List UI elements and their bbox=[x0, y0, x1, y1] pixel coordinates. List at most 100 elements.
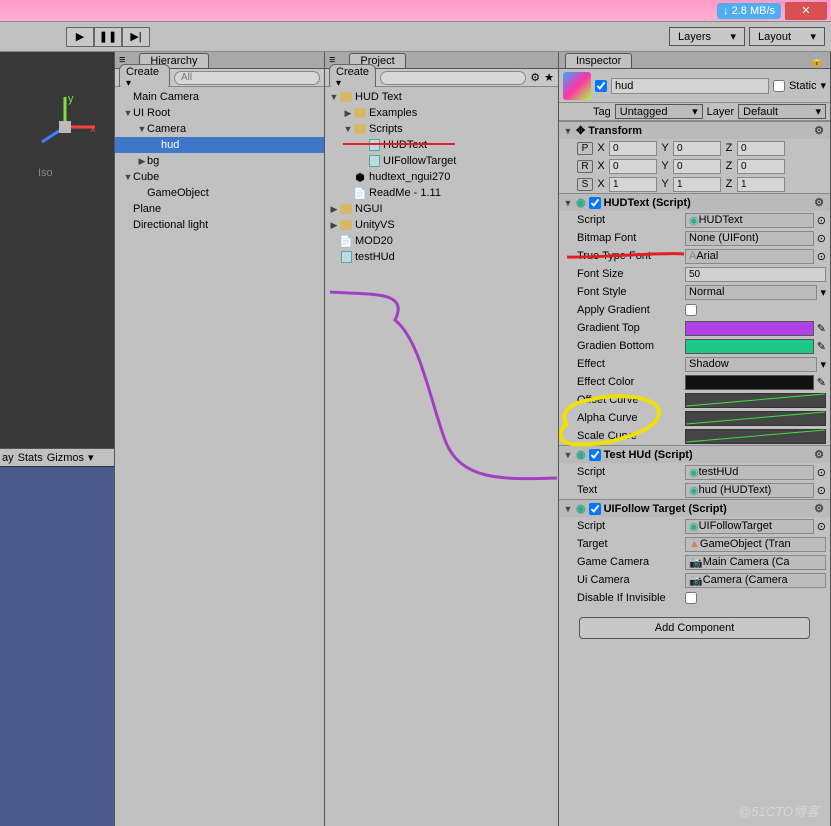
enabled-checkbox[interactable] bbox=[589, 449, 601, 461]
hierarchy-item[interactable]: Plane bbox=[115, 201, 324, 217]
hierarchy-item[interactable]: ▼Cube bbox=[115, 169, 324, 185]
eyedropper-icon[interactable]: ✎ bbox=[817, 322, 826, 335]
offset-curve[interactable] bbox=[685, 393, 826, 408]
project-item[interactable]: 📄ReadMe - 1.11 bbox=[325, 185, 558, 201]
scl-z[interactable] bbox=[737, 177, 785, 192]
filter-icon[interactable]: ⚙ bbox=[530, 71, 540, 84]
project-item[interactable]: ▶NGUI bbox=[325, 201, 558, 217]
scale-button[interactable]: S bbox=[577, 178, 593, 191]
project-search[interactable] bbox=[380, 71, 526, 85]
project-item[interactable]: UIFollowTarget bbox=[325, 153, 558, 169]
hierarchy-tree[interactable]: Main Camera▼UI Root▼Camerahud▶bg▼CubeGam… bbox=[115, 87, 324, 826]
enabled-checkbox[interactable] bbox=[589, 197, 601, 209]
script-field[interactable]: ◉testHUd bbox=[685, 465, 814, 480]
gradient-top-color[interactable] bbox=[685, 321, 814, 336]
eyedropper-icon[interactable]: ✎ bbox=[817, 340, 826, 353]
object-picker-icon[interactable]: ⊙ bbox=[817, 250, 826, 263]
layers-dropdown[interactable]: Layers▾ bbox=[669, 27, 745, 46]
lock-icon[interactable]: 🔒 bbox=[810, 54, 824, 67]
foldout-icon[interactable]: ▼ bbox=[563, 504, 573, 514]
hierarchy-item[interactable]: Directional light bbox=[115, 217, 324, 233]
object-picker-icon[interactable]: ⊙ bbox=[817, 520, 826, 533]
tab-stats[interactable]: Stats bbox=[18, 452, 43, 464]
hierarchy-search[interactable] bbox=[174, 71, 320, 85]
inspector-tab[interactable]: Inspector bbox=[565, 53, 632, 68]
hierarchy-item[interactable]: ▶bg bbox=[115, 153, 324, 169]
ui-camera-field[interactable]: 📷Camera (Camera bbox=[685, 573, 826, 588]
active-checkbox[interactable] bbox=[595, 80, 607, 92]
object-picker-icon[interactable]: ⊙ bbox=[817, 214, 826, 227]
project-item[interactable]: ⬢hudtext_ngui270 bbox=[325, 169, 558, 185]
scl-y[interactable] bbox=[673, 177, 721, 192]
tag-dropdown[interactable]: Untagged▾ bbox=[615, 104, 703, 119]
add-component-button[interactable]: Add Component bbox=[579, 617, 810, 639]
effect-color[interactable] bbox=[685, 375, 814, 390]
rot-y[interactable] bbox=[673, 159, 721, 174]
ttf-field[interactable]: AArial bbox=[685, 249, 814, 264]
layer-dropdown[interactable]: Default▾ bbox=[738, 104, 826, 119]
pause-button[interactable]: ❚❚ bbox=[94, 27, 122, 47]
enabled-checkbox[interactable] bbox=[589, 503, 601, 515]
font-size-field[interactable]: 50 bbox=[685, 267, 826, 282]
pos-z[interactable] bbox=[737, 141, 785, 156]
project-item[interactable]: testHUd bbox=[325, 249, 558, 265]
hierarchy-item[interactable]: ▼Camera bbox=[115, 121, 324, 137]
foldout-icon[interactable]: ▼ bbox=[563, 198, 573, 208]
script-field[interactable]: ◉UIFollowTarget bbox=[685, 519, 814, 534]
project-item[interactable]: HUDText bbox=[325, 137, 558, 153]
hierarchy-item[interactable]: Main Camera bbox=[115, 89, 324, 105]
hierarchy-item[interactable]: ▼UI Root bbox=[115, 105, 324, 121]
project-item[interactable]: ▶UnityVS bbox=[325, 217, 558, 233]
tab-display[interactable]: ay bbox=[2, 452, 14, 464]
apply-gradient-checkbox[interactable] bbox=[685, 304, 697, 316]
object-picker-icon[interactable]: ⊙ bbox=[817, 484, 826, 497]
effect-dropdown[interactable]: Shadow bbox=[685, 357, 817, 372]
scene-view[interactable]: y x Iso ay Stats Gizmos▾ bbox=[0, 52, 114, 826]
eyedropper-icon[interactable]: ✎ bbox=[817, 376, 826, 389]
gear-icon[interactable]: ⚙ bbox=[812, 502, 826, 515]
project-tree[interactable]: ▼HUD Text▶Examples▼ScriptsHUDTextUIFollo… bbox=[325, 87, 558, 826]
layout-dropdown[interactable]: Layout▾ bbox=[749, 27, 825, 46]
scl-x[interactable] bbox=[609, 177, 657, 192]
position-button[interactable]: P bbox=[577, 142, 593, 155]
hierarchy-item[interactable]: GameObject bbox=[115, 185, 324, 201]
project-item[interactable]: 📄MOD20 bbox=[325, 233, 558, 249]
bitmap-font-field[interactable]: None (UIFont) bbox=[685, 231, 814, 246]
gear-icon[interactable]: ⚙ bbox=[812, 124, 826, 137]
disable-invisible-checkbox[interactable] bbox=[685, 592, 697, 604]
project-item[interactable]: ▼HUD Text bbox=[325, 89, 558, 105]
gameobject-name-field[interactable] bbox=[611, 78, 769, 94]
target-field[interactable]: ▲GameObject (Tran bbox=[685, 537, 826, 552]
object-picker-icon[interactable]: ⊙ bbox=[817, 232, 826, 245]
star-icon[interactable]: ★ bbox=[544, 71, 554, 84]
step-button[interactable]: ▶| bbox=[122, 27, 150, 47]
orientation-gizmo[interactable]: y x bbox=[30, 92, 100, 162]
font-style-dropdown[interactable]: Normal bbox=[685, 285, 817, 300]
pos-y[interactable] bbox=[673, 141, 721, 156]
tab-gizmos[interactable]: Gizmos bbox=[47, 452, 84, 464]
gradient-bottom-color[interactable] bbox=[685, 339, 814, 354]
gear-icon[interactable]: ⚙ bbox=[812, 448, 826, 461]
project-item[interactable]: ▼Scripts bbox=[325, 121, 558, 137]
hierarchy-item[interactable]: hud bbox=[115, 137, 324, 153]
script-field[interactable]: ◉HUDText bbox=[685, 213, 814, 228]
play-button[interactable]: ▶ bbox=[66, 27, 94, 47]
scale-curve[interactable] bbox=[685, 429, 826, 444]
rot-x[interactable] bbox=[609, 159, 657, 174]
pos-x[interactable] bbox=[609, 141, 657, 156]
rotation-button[interactable]: R bbox=[577, 160, 593, 173]
game-camera-field[interactable]: 📷Main Camera (Ca bbox=[685, 555, 826, 570]
gear-icon[interactable]: ⚙ bbox=[812, 196, 826, 209]
close-button[interactable]: ✕ bbox=[785, 2, 827, 20]
gameobject-icon[interactable] bbox=[563, 72, 591, 100]
text-field[interactable]: ◉hud (HUDText) bbox=[685, 483, 814, 498]
object-picker-icon[interactable]: ⊙ bbox=[817, 466, 826, 479]
foldout-icon[interactable]: ▼ bbox=[563, 450, 573, 460]
chevron-down-icon[interactable]: ▾ bbox=[820, 79, 826, 92]
foldout-icon[interactable]: ▼ bbox=[563, 126, 573, 136]
project-item[interactable]: ▶Examples bbox=[325, 105, 558, 121]
static-checkbox[interactable] bbox=[773, 80, 785, 92]
alpha-curve[interactable] bbox=[685, 411, 826, 426]
game-view[interactable] bbox=[0, 466, 114, 826]
rot-z[interactable] bbox=[737, 159, 785, 174]
